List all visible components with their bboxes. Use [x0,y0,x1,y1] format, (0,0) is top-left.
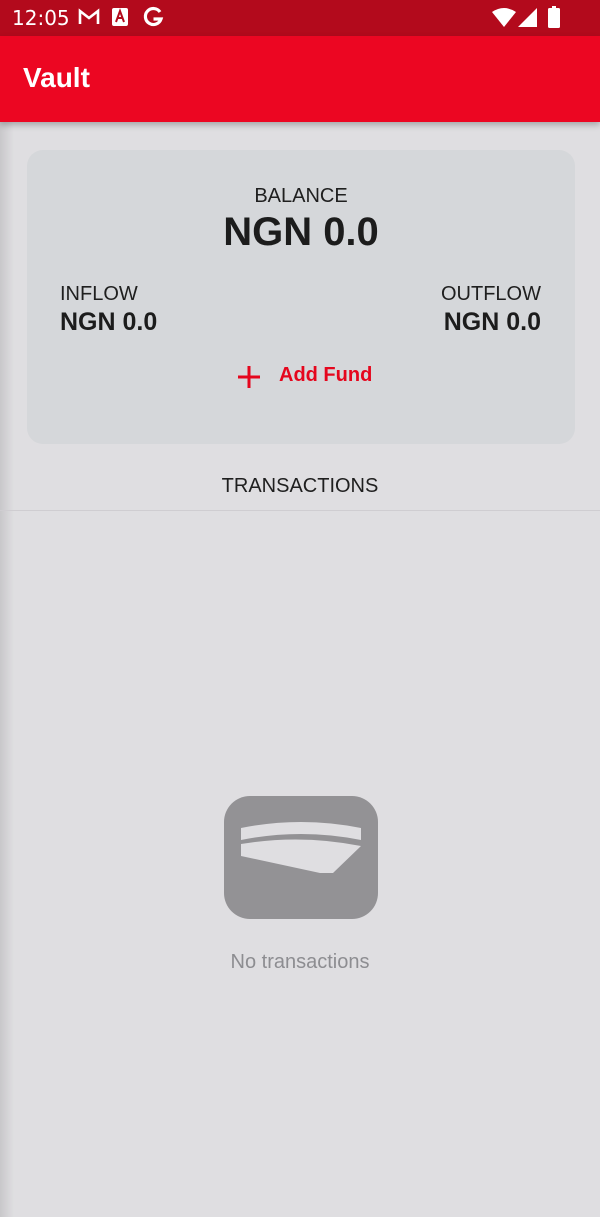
plus-icon [234,362,264,392]
signal-icon [518,8,538,33]
status-time: 12:05 [12,6,70,30]
app-bar: Vault [0,36,600,122]
inflow-label: INFLOW [60,283,138,305]
add-fund-button[interactable]: Add Fund [234,362,384,392]
outflow-value: NGN 0.0 [443,308,541,336]
status-bar: 12:05 [0,0,600,36]
inflow-value: NGN 0.0 [60,308,158,336]
balance-value: NGN 0.0 [223,210,379,254]
gmail-icon [78,7,100,32]
google-icon [142,5,164,34]
app-badge-icon [111,7,129,32]
add-fund-label: Add Fund [279,364,373,386]
divider [0,510,600,511]
balance-label: BALANCE [254,185,348,207]
outflow-label: OUTFLOW [441,283,541,305]
wallet-icon [224,796,378,919]
balance-card: BALANCE NGN 0.0 INFLOW NGN 0.0 OUTFLOW N… [27,150,575,444]
drawer-edge-shadow [0,122,14,1217]
app-title: Vault [23,62,90,93]
empty-state-text: No transactions [230,951,370,973]
wifi-icon [492,8,516,33]
battery-icon [548,6,560,33]
transactions-header: TRANSACTIONS [221,475,379,497]
